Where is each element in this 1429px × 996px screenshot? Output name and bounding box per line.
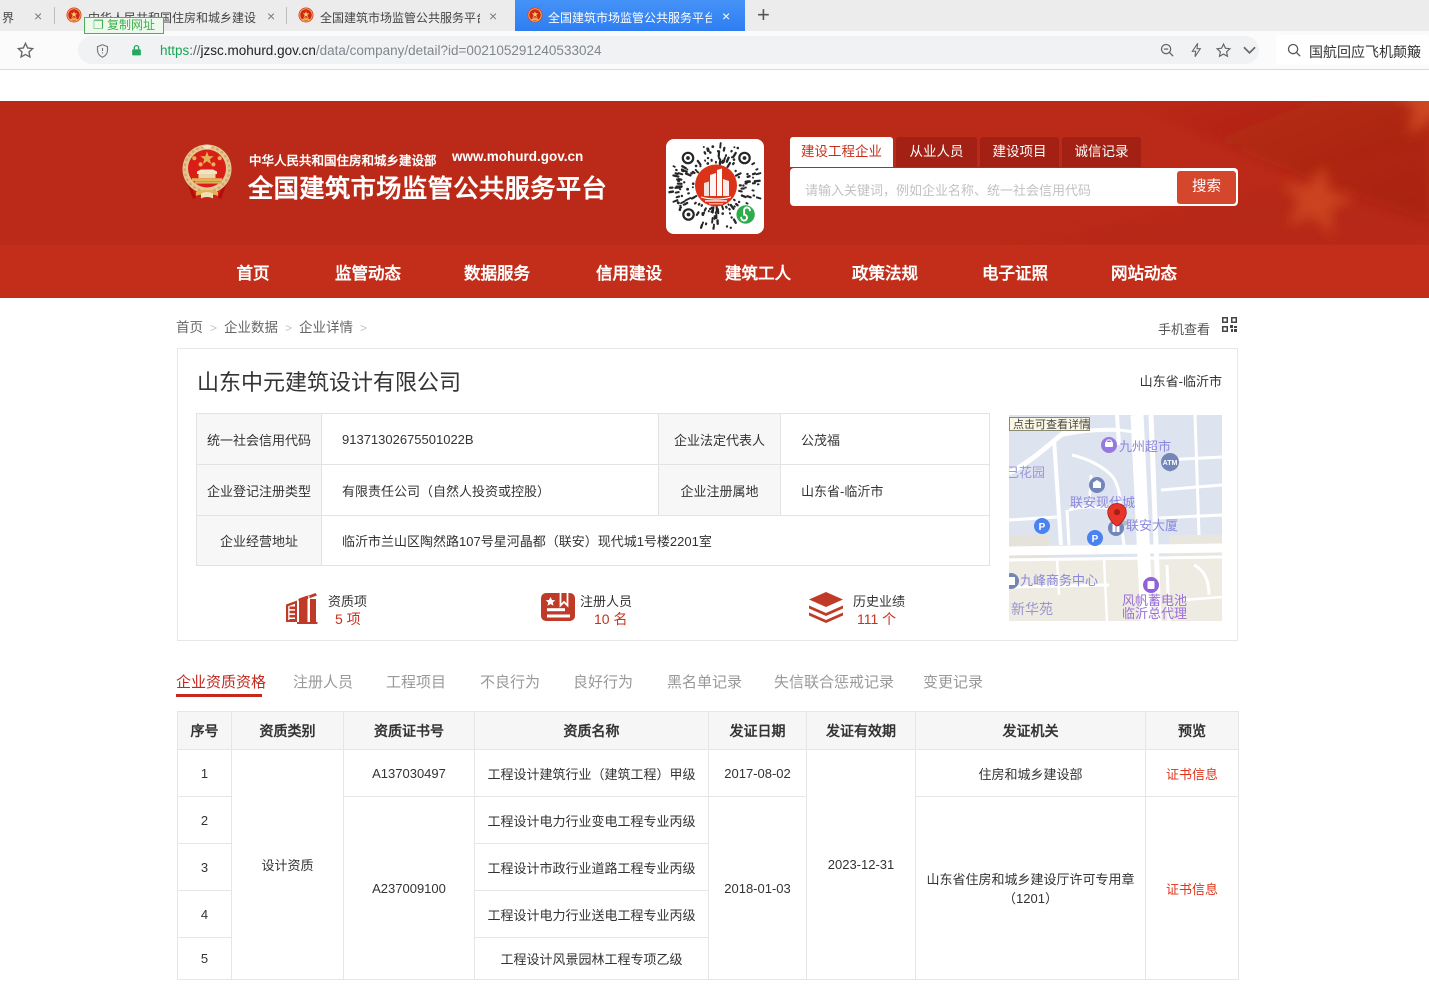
svg-text:九州超市: 九州超市: [1119, 439, 1171, 454]
svg-text:己花园: 己花园: [1009, 465, 1045, 480]
svg-text:九峰商务中心: 九峰商务中心: [1020, 573, 1098, 588]
svg-text:新华苑: 新华苑: [1011, 601, 1053, 617]
svg-text:P: P: [1092, 534, 1099, 545]
svg-text:点击可查看详情: 点击可查看详情: [1013, 417, 1090, 431]
svg-text:ATM: ATM: [1163, 460, 1178, 467]
svg-text:联安大厦: 联安大厦: [1126, 518, 1178, 533]
svg-text:P: P: [1039, 522, 1046, 533]
svg-text:临沂总代理: 临沂总代理: [1122, 606, 1187, 621]
